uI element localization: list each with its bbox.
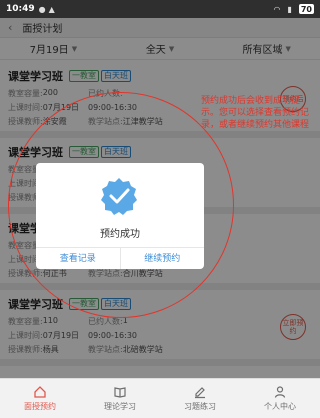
tab-label: 面授预约 — [24, 402, 56, 411]
home-icon — [34, 386, 46, 398]
pencil-icon — [195, 387, 205, 399]
tab-profile[interactable]: 个人中心 — [240, 379, 320, 418]
success-check-icon — [99, 176, 139, 216]
continue-booking-button[interactable]: 继续预约 — [121, 248, 205, 269]
annotation-text: 预约成功后会收到成功提示。您可以选择查看预约记录，或者继续预约其他课程 — [201, 96, 310, 130]
message-icon: ● — [38, 4, 46, 14]
tab-face-booking[interactable]: 面授预约 — [0, 379, 80, 418]
tab-label: 个人中心 — [264, 402, 296, 411]
tab-label: 习题练习 — [184, 402, 216, 411]
status-time: 10:49 — [6, 4, 35, 14]
wifi-icon: ◠ — [273, 4, 281, 14]
signal-icon: ▮ — [287, 4, 292, 14]
book-icon — [114, 387, 126, 398]
bottom-tab-bar: 面授预约 理论学习 习题练习 个人中心 — [0, 378, 320, 418]
view-record-button[interactable]: 查看记录 — [36, 248, 121, 269]
status-bar: 10:49 ● ▲ ◠ ▮ 70 — [0, 0, 320, 18]
person-icon — [274, 386, 286, 398]
success-message: 预约成功 — [100, 229, 140, 240]
notification-icon: ▲ — [48, 4, 55, 14]
tab-exercises[interactable]: 习题练习 — [160, 379, 240, 418]
tab-label: 理论学习 — [104, 402, 136, 411]
tab-theory[interactable]: 理论学习 — [80, 379, 160, 418]
dialog-actions: 查看记录 继续预约 — [36, 247, 204, 269]
success-dialog: 预约成功 查看记录 继续预约 — [36, 163, 204, 269]
battery-indicator: 70 — [298, 4, 314, 14]
